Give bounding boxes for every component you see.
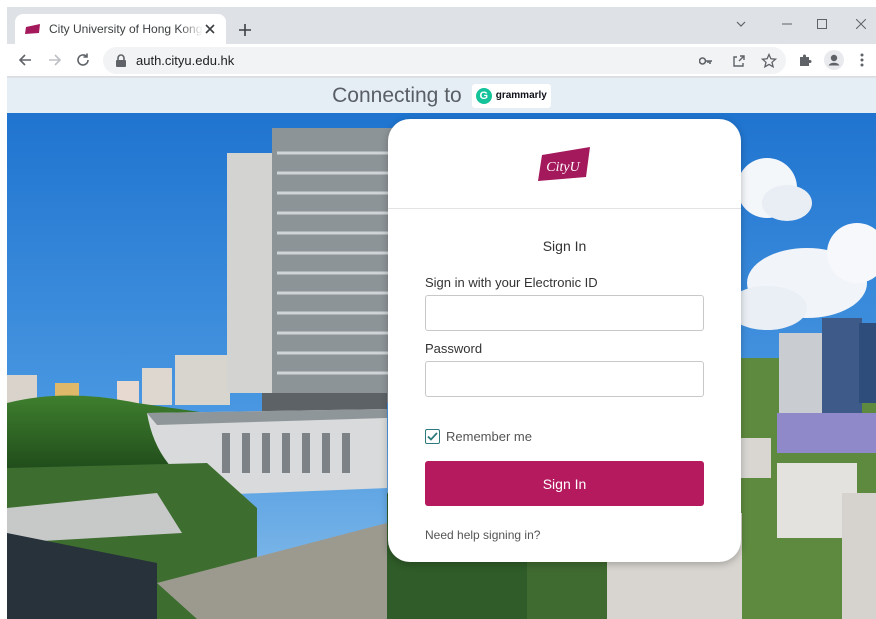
browser-window: City University of Hong Kong - Sign In	[7, 7, 876, 619]
login-card: CityU Sign In Sign in with your Electron…	[388, 119, 741, 562]
new-tab-icon[interactable]	[234, 19, 256, 41]
close-tab-icon[interactable]	[203, 21, 218, 37]
password-input[interactable]	[425, 361, 704, 397]
cityu-logo-icon: CityU	[537, 146, 590, 181]
address-bar[interactable]: auth.cityu.edu.hk	[103, 47, 786, 74]
bookmark-star-icon[interactable]	[759, 51, 779, 71]
grammarly-badge: G grammarly	[471, 83, 551, 108]
reload-icon[interactable]	[71, 48, 95, 72]
remember-me-label: Remember me	[446, 429, 532, 444]
grammarly-name: grammarly	[495, 90, 547, 101]
connecting-text: Connecting to	[332, 83, 462, 107]
minimize-icon[interactable]	[773, 13, 801, 35]
tab-search-icon[interactable]	[727, 13, 755, 35]
remember-me-row[interactable]: Remember me	[425, 429, 532, 444]
forward-icon[interactable]	[43, 48, 67, 72]
sign-in-button[interactable]: Sign In	[425, 461, 704, 506]
share-icon[interactable]	[729, 51, 749, 71]
tab-title: City University of Hong Kong - Sign In	[49, 22, 203, 36]
profile-avatar-icon[interactable]	[822, 48, 846, 72]
close-window-icon[interactable]	[847, 13, 875, 35]
url-text: auth.cityu.edu.hk	[136, 53, 235, 68]
lock-icon[interactable]	[115, 54, 127, 68]
key-icon[interactable]	[696, 51, 716, 71]
signin-title: Sign In	[542, 238, 587, 254]
tab-strip: City University of Hong Kong - Sign In	[7, 7, 876, 44]
maximize-icon[interactable]	[808, 13, 836, 35]
login-page: CityU Sign In Sign in with your Electron…	[7, 113, 876, 619]
electronic-id-label: Sign in with your Electronic ID	[425, 275, 598, 290]
browser-toolbar: auth.cityu.edu.hk	[7, 44, 876, 77]
extensions-icon[interactable]	[793, 48, 817, 72]
electronic-id-input[interactable]	[425, 295, 704, 331]
browser-tab[interactable]: City University of Hong Kong - Sign In	[15, 14, 226, 44]
cityu-logo-text: CityU	[546, 160, 580, 175]
cityu-favicon-icon	[25, 24, 41, 34]
menu-kebab-icon[interactable]	[850, 48, 874, 72]
connecting-banner: Connecting to G grammarly	[7, 78, 876, 113]
grammarly-logo-icon: G	[475, 87, 492, 104]
back-icon[interactable]	[13, 48, 37, 72]
checkmark-icon	[427, 432, 438, 441]
need-help-link[interactable]: Need help signing in?	[425, 528, 540, 542]
remember-me-checkbox[interactable]	[425, 429, 440, 444]
card-header: CityU	[388, 119, 741, 209]
password-label: Password	[425, 341, 483, 356]
